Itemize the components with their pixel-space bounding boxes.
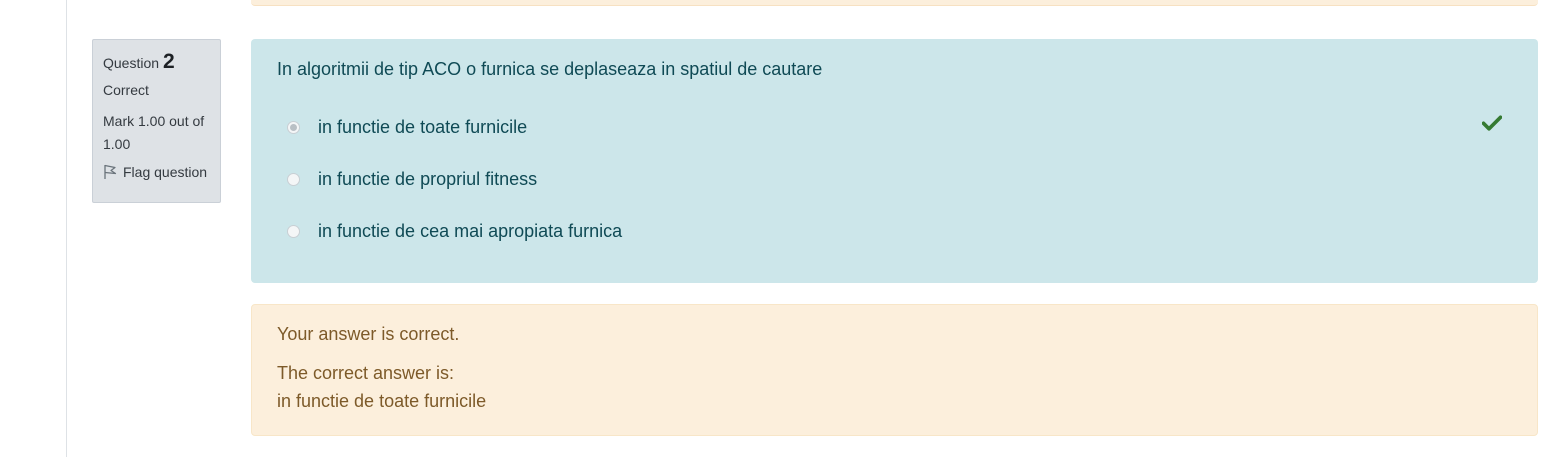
specific-feedback: Your answer is correct. [277,324,460,344]
answer-option: in functie de cea mai apropiata furnica [277,205,1512,257]
flag-icon [103,164,117,180]
right-answer-intro: The correct answer is: [277,363,455,383]
left-divider [66,0,67,457]
check-icon [1481,115,1503,136]
answer-radio[interactable] [287,224,300,238]
flag-question-button[interactable]: Flag question [103,164,210,180]
question-content: In algoritmii de tip ACO o furnica se de… [251,39,1538,283]
answer-option: in functie de toate furnicile [277,101,1512,153]
answer-label: in functie de cea mai apropiata furnica [318,220,623,241]
question-feedback: Your answer is correct. The correct answ… [251,304,1538,436]
quiz-review-page: Question 2 Correct Mark 1.00 out of 1.00… [0,0,1562,457]
question-number-label: Question [103,55,160,71]
question-number-value: 2 [163,50,175,73]
answer-label: in functie de toate furnicile [318,116,528,137]
answer-list: in functie de toate furnicile in functie… [277,101,1512,257]
question-number: Question 2 [103,50,210,76]
answer-radio[interactable] [287,172,300,186]
question-state: Correct [103,82,149,98]
question-grade: Mark 1.00 out of 1.00 [103,113,205,152]
right-answer: The correct answer is: in functie de toa… [277,359,1512,415]
answer-option: in functie de propriul fitness [277,153,1512,205]
flag-question-label: Flag question [123,164,208,180]
previous-question-feedback-edge [251,0,1538,6]
question-text: In algoritmii de tip ACO o furnica se de… [277,59,823,79]
right-answer-value: in functie de toate furnicile [277,391,487,411]
question-info-panel: Question 2 Correct Mark 1.00 out of 1.00… [92,39,221,203]
answer-label: in functie de propriul fitness [318,168,538,189]
answer-radio-selected[interactable] [287,120,300,134]
